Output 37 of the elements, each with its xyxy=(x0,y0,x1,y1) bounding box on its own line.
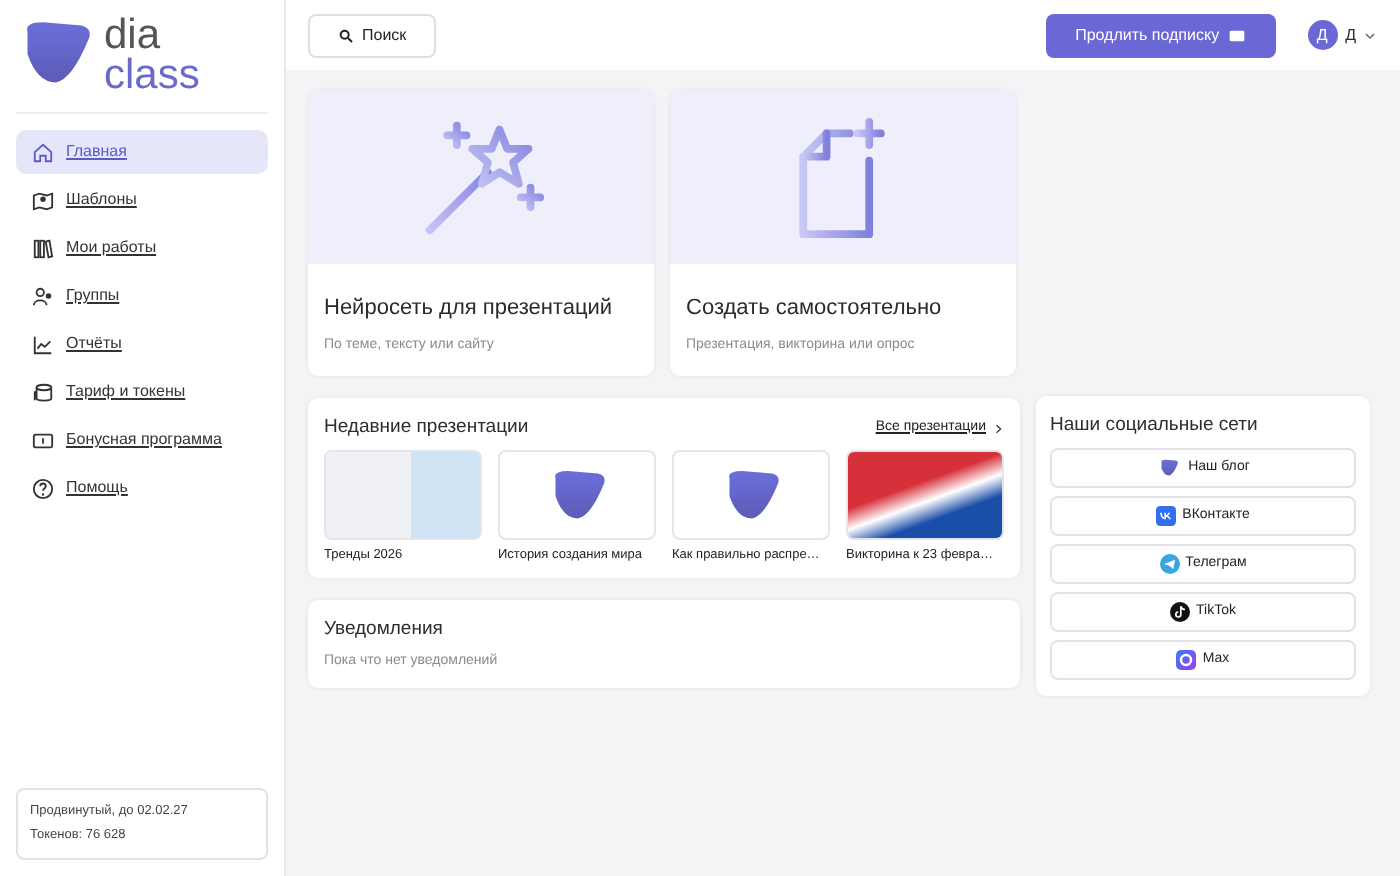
sidebar-item[interactable]: Главная xyxy=(16,130,268,174)
chevron-right-icon xyxy=(994,421,1004,436)
logo-text: class xyxy=(104,56,200,96)
ticket-icon xyxy=(32,429,54,451)
card-title: Создать самостоятельно xyxy=(684,294,944,324)
sidebar-item[interactable]: Группы xyxy=(16,274,268,318)
sidebar-item[interactable]: Шаблоны xyxy=(16,178,268,222)
coins-icon xyxy=(32,381,54,403)
books-icon xyxy=(32,237,54,259)
sidebar-item[interactable]: Бонусная программа xyxy=(16,418,268,462)
search-icon xyxy=(338,27,354,43)
presentation-thumbnail[interactable] xyxy=(498,450,656,541)
user-name[interactable]: Д xyxy=(1345,23,1356,47)
card-title: Нейросеть для презентаций xyxy=(322,294,615,324)
sidebar-item[interactable]: Тариф и токены xyxy=(16,370,268,414)
chevron-down-icon xyxy=(1364,29,1376,41)
home-icon xyxy=(32,141,54,163)
search-button[interactable]: Поиск xyxy=(308,13,437,57)
chart-icon xyxy=(32,333,54,355)
sidebar-item[interactable]: Мои работы xyxy=(16,226,268,270)
section-title: Уведомления xyxy=(324,616,445,644)
user-avatar[interactable]: Д xyxy=(1307,20,1338,50)
wallet-icon xyxy=(1227,27,1246,43)
users-icon xyxy=(32,285,54,307)
logo-text: dia xyxy=(104,16,161,56)
sidebar-item[interactable]: Помощь xyxy=(16,466,268,510)
subscribe-button[interactable]: Продлить подписку xyxy=(1045,13,1276,57)
vk-icon xyxy=(1156,506,1177,527)
sidebar-item[interactable]: Отчёты xyxy=(16,322,268,366)
section-title: Наши социальные сети xyxy=(1050,412,1260,440)
blob-icon xyxy=(1156,458,1183,479)
help-icon xyxy=(32,477,54,499)
section-title: Недавние презентации xyxy=(324,414,529,442)
music-note-icon xyxy=(1170,602,1191,623)
presentation-thumbnail[interactable] xyxy=(672,450,830,541)
paper-plane-icon xyxy=(1159,554,1180,575)
map-icon xyxy=(32,189,54,211)
